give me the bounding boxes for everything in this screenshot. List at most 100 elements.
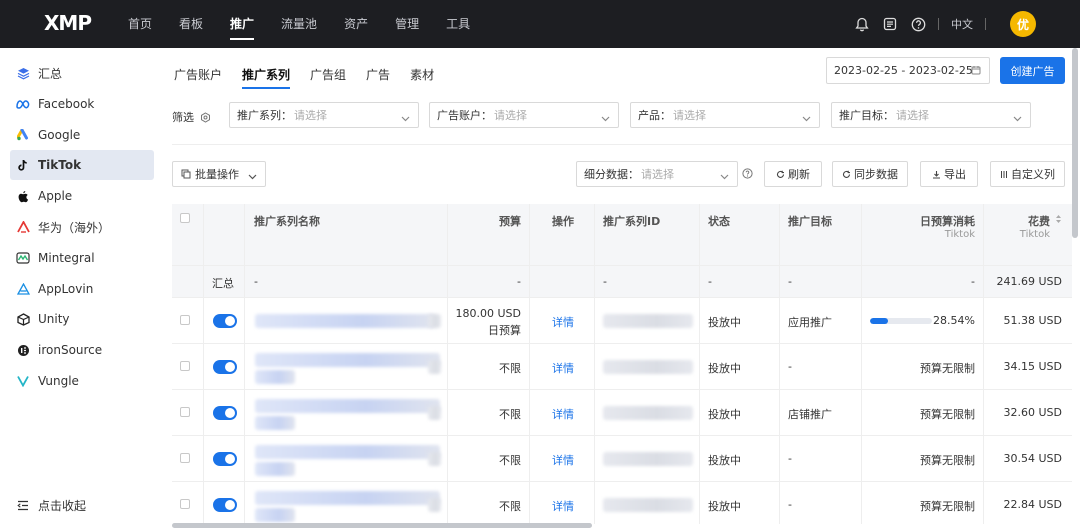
campaign-enable-toggle[interactable]	[213, 452, 237, 466]
tab-ad-groups[interactable]: 广告组	[310, 66, 346, 87]
copy-name-icon[interactable]	[428, 498, 441, 512]
summary-cell: -	[780, 266, 862, 297]
sort-icon[interactable]	[1055, 214, 1062, 227]
campaign-name-redacted	[255, 416, 295, 430]
nav-item-assets[interactable]: 资产	[344, 0, 368, 48]
budget-value: 180.00 USD	[455, 307, 522, 320]
details-link[interactable]: 详情	[552, 360, 574, 376]
sidebar-item-mintegral[interactable]: Mintegral	[10, 243, 154, 273]
help-icon[interactable]	[742, 168, 753, 182]
sidebar-item-apple[interactable]: Apple	[10, 181, 154, 211]
details-link[interactable]: 详情	[552, 406, 574, 422]
header-cell-spend: 花费 Tiktok	[984, 204, 1072, 265]
document-icon[interactable]	[882, 16, 898, 32]
objective-filter-select[interactable]: 推广目标： 请选择	[831, 102, 1031, 128]
nav-item-management[interactable]: 管理	[395, 0, 419, 48]
chevron-down-icon	[248, 170, 257, 183]
campaign-enable-toggle[interactable]	[213, 406, 237, 420]
summary-cell: -	[448, 266, 530, 297]
column-subheader-platform: Tiktok	[944, 229, 975, 240]
app-logo[interactable]: XMP	[44, 11, 92, 35]
create-ad-button[interactable]: 创建广告	[1000, 57, 1065, 84]
main-panel: 广告账户 推广系列 广告组 广告 素材 2023-02-25 - 2023-02…	[164, 48, 1080, 531]
sidebar-item-tiktok[interactable]: TikTok	[10, 150, 154, 180]
details-link[interactable]: 详情	[552, 314, 574, 330]
campaign-name-redacted[interactable]	[255, 314, 435, 328]
column-header-spend[interactable]: 花费	[1028, 213, 1050, 229]
summary-id: -	[603, 275, 607, 288]
sidebar-item-label: Apple	[38, 189, 73, 203]
nav-item-home[interactable]: 首页	[128, 0, 152, 48]
sidebar-item-summary[interactable]: 汇总	[10, 58, 154, 88]
batch-actions-dropdown[interactable]: 批量操作	[172, 161, 266, 187]
sidebar-item-vungle[interactable]: Vungle	[10, 366, 154, 396]
copy-name-icon[interactable]	[428, 452, 441, 466]
tab-creatives[interactable]: 素材	[410, 66, 434, 87]
chevron-down-icon	[401, 112, 410, 125]
sync-data-button[interactable]: 同步数据	[832, 161, 908, 187]
column-header-id[interactable]: 推广系列ID	[603, 213, 660, 229]
product-filter-select[interactable]: 产品： 请选择	[630, 102, 820, 128]
row-checkbox[interactable]	[180, 407, 190, 417]
objective-text: -	[788, 360, 792, 373]
collapse-sidebar-button[interactable]: 点击收起	[16, 497, 86, 514]
vertical-scrollbar[interactable]	[1072, 48, 1078, 238]
sidebar-item-label: TikTok	[38, 158, 82, 172]
date-range-picker[interactable]: 2023-02-25 - 2023-02-25	[826, 57, 990, 84]
main-nav: 首页 看板 推广 流量池 资产 管理 工具	[128, 0, 497, 48]
details-link[interactable]: 详情	[552, 498, 574, 514]
column-header-daily-budget[interactable]: 日预算消耗	[920, 213, 975, 229]
ad-account-filter-select[interactable]: 广告账户： 请选择	[429, 102, 619, 128]
summary-spend: 241.69 USD	[996, 275, 1063, 288]
column-header-name[interactable]: 推广系列名称	[254, 213, 320, 229]
tab-ad-accounts[interactable]: 广告账户	[174, 66, 222, 87]
sidebar-item-ironsource[interactable]: ironSource	[10, 335, 154, 365]
customize-columns-button[interactable]: 自定义列	[990, 161, 1065, 187]
row-cell-daily-budget: 28.54%	[862, 298, 984, 343]
export-button[interactable]: 导出	[920, 161, 978, 187]
sidebar-item-applovin[interactable]: AppLovin	[10, 274, 154, 304]
column-header-status[interactable]: 状态	[708, 213, 730, 229]
nav-item-dashboard[interactable]: 看板	[179, 0, 203, 48]
language-switch[interactable]: 中文	[951, 16, 973, 32]
tab-campaigns[interactable]: 推广系列	[242, 66, 291, 89]
sidebar-item-unity[interactable]: Unity	[10, 304, 154, 334]
refresh-button[interactable]: 刷新	[764, 161, 822, 187]
bell-icon[interactable]	[854, 16, 870, 32]
campaign-filter-select[interactable]: 推广系列： 请选择	[229, 102, 419, 128]
copy-name-icon[interactable]	[428, 360, 441, 374]
campaign-name-redacted[interactable]	[255, 399, 440, 413]
horizontal-scrollbar[interactable]	[172, 523, 592, 528]
budget-unlimited: 预算无限制	[920, 408, 975, 421]
tab-ads[interactable]: 广告	[366, 66, 390, 87]
sidebar-item-huawei[interactable]: 华为（海外）	[10, 212, 154, 242]
breakdown-select[interactable]: 细分数据： 请选择	[576, 161, 738, 187]
campaign-enable-toggle[interactable]	[213, 498, 237, 512]
help-icon[interactable]	[910, 16, 926, 32]
sidebar-item-label: 汇总	[38, 66, 63, 81]
budget-unlimited: 预算无限制	[920, 362, 975, 375]
nav-item-traffic-pool[interactable]: 流量池	[281, 0, 317, 48]
row-checkbox[interactable]	[180, 361, 190, 371]
header-cell-budget: 预算	[448, 204, 530, 265]
column-header-budget[interactable]: 预算	[499, 213, 521, 229]
row-checkbox[interactable]	[180, 453, 190, 463]
row-checkbox[interactable]	[180, 499, 190, 509]
campaign-enable-toggle[interactable]	[213, 314, 237, 328]
user-avatar[interactable]: 优	[1010, 11, 1036, 37]
campaign-enable-toggle[interactable]	[213, 360, 237, 374]
campaign-name-redacted[interactable]	[255, 491, 440, 505]
sidebar-item-google[interactable]: Google	[10, 120, 154, 150]
copy-name-icon[interactable]	[428, 314, 441, 328]
campaign-name-redacted[interactable]	[255, 445, 440, 459]
select-all-checkbox[interactable]	[180, 213, 190, 223]
campaign-name-redacted[interactable]	[255, 353, 440, 367]
copy-name-icon[interactable]	[428, 406, 441, 420]
row-checkbox[interactable]	[180, 315, 190, 325]
nav-item-tools[interactable]: 工具	[446, 0, 470, 48]
column-header-goal[interactable]: 推广目标	[788, 213, 832, 229]
settings-icon[interactable]	[200, 111, 211, 123]
sidebar-item-facebook[interactable]: Facebook	[10, 89, 154, 119]
nav-item-promotion[interactable]: 推广	[230, 0, 255, 48]
details-link[interactable]: 详情	[552, 452, 574, 468]
